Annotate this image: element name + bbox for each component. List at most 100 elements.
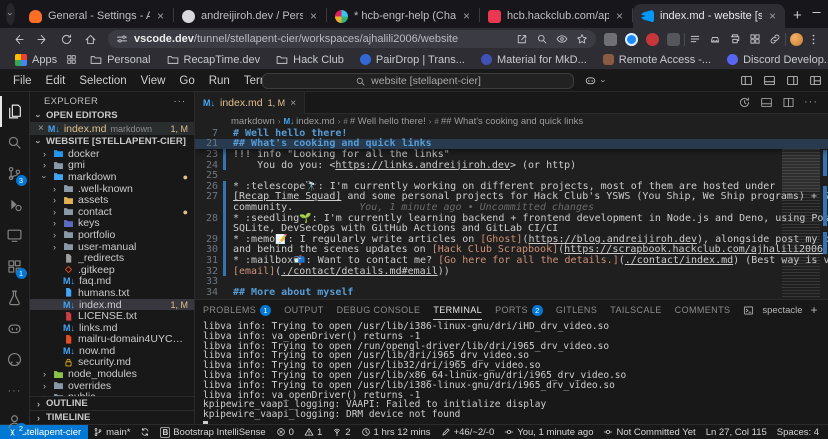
code-line[interactable]: 33 [195,276,828,287]
activity-explorer[interactable] [0,96,30,127]
terminal-output[interactable]: libva info: Trying to open /usr/lib/i386… [195,320,828,424]
activity-run-debug[interactable] [0,189,30,220]
qr-extension-icon[interactable] [604,33,617,46]
breadcrumb-segment[interactable]: M↓index.md [284,116,335,127]
editor-more-actions[interactable]: ··· [804,96,818,109]
tree-item[interactable]: M↓index.md1, M [30,299,194,311]
open-editor-item[interactable]: × M↓ index.md markdown 1, M [30,122,194,135]
bookmark-item[interactable]: Personal [85,54,155,66]
bookmark-item[interactable]: Material for MkD... [476,54,592,66]
outline-section[interactable]: ›OUTLINE [30,396,194,410]
browser-tab[interactable]: hcb.hackclub.com/api/v4/× [480,4,632,28]
panel-tab-problems[interactable]: PROBLEMS1 [203,300,271,320]
tree-item[interactable]: ›node_modules [30,368,194,380]
tree-item[interactable]: ›.well-known [30,183,194,195]
breadcrumb-segment[interactable]: ### What's cooking and quick links [434,116,583,127]
tab-close-icon[interactable]: × [309,9,318,23]
activity-source-control[interactable]: 3 [0,158,30,189]
bookmark-item[interactable]: PairDrop | Trans... [355,54,470,66]
code-editor[interactable]: 7# Well hello there!21## What's cooking … [195,128,828,299]
status-item[interactable]: 1 [299,427,327,438]
menu-edit[interactable]: Edit [39,75,73,87]
command-center-search[interactable]: website [stellapent-cier] [262,73,574,89]
activity-github[interactable] [0,344,30,375]
code-line[interactable]: 28* :seedling🌱: I'm currently learning b… [195,213,828,224]
code-line[interactable]: 29* :memo📝: I regularly write articles o… [195,234,828,245]
tree-item[interactable]: ›portfolio [30,229,194,241]
code-line[interactable]: community.You, 1 minute ago • Uncommitte… [195,202,828,213]
status-item[interactable]: BBootstrap IntelliSense [155,427,270,438]
status-item[interactable]: main* [88,427,135,438]
panel-tab-ports[interactable]: PORTS2 [495,300,543,320]
tree-item[interactable]: ›markdown● [30,171,194,183]
back-button[interactable] [8,33,28,46]
notes-extension-icon[interactable] [667,33,680,46]
menu-run[interactable]: Run [202,75,237,87]
code-line[interactable]: 27[Recap Time Squad] and some personal p… [195,192,828,203]
tab-search-button[interactable]: › [6,3,15,25]
code-line[interactable]: 25 [195,170,828,181]
breadcrumb-segment[interactable]: ## Well hello there! [343,116,425,127]
browser-menu-button[interactable] [807,33,820,46]
panel-tab-output[interactable]: OUTPUT [284,300,323,320]
browser-tab[interactable]: * hcb-engr-help (Channel× [327,4,479,28]
tree-item[interactable]: ›user-manual [30,241,194,253]
tab-close-icon[interactable]: × [156,9,165,23]
activity-more[interactable]: ··· [0,375,30,406]
activity-testing[interactable] [0,282,30,313]
code-line[interactable]: 31* :mailbox📬: Want to contact me? [Go h… [195,255,828,266]
tree-item[interactable]: ›docker [30,148,194,160]
browser-tab[interactable]: index.md - website [stella× [633,4,785,28]
tree-item[interactable]: M↓faq.md [30,276,194,288]
open-editors-section[interactable]: ›OPEN EDITORS [30,109,194,122]
status-item[interactable]: +46/~2/-0 [436,427,500,438]
status-item[interactable] [135,427,155,437]
breadcrumb-segment[interactable]: markdown [231,116,275,127]
tree-item[interactable]: M↓links.md [30,322,194,334]
tab-close-icon[interactable]: × [462,9,471,23]
forward-button[interactable] [32,33,52,46]
code-line[interactable]: 23!!! info "Looking for all the links" [195,149,828,160]
activity-copilot[interactable] [0,313,30,344]
breadcrumb[interactable]: markdown›M↓index.md›## Well hello there!… [195,114,828,128]
activity-extensions[interactable]: 1 [0,251,30,282]
menu-view[interactable]: View [134,75,173,87]
tab-groups-icon[interactable] [66,54,77,65]
code-line[interactable]: 32[email](./contact/details.md#email)) [195,266,828,277]
tree-item[interactable]: ›overrides [30,380,194,392]
activity-accounts[interactable]: 2 [0,406,30,437]
site-settings-icon[interactable] [116,33,128,45]
code-line[interactable]: 21## What's cooking and quick links [195,139,828,150]
new-terminal-button[interactable]: + [811,303,818,317]
panel-tab-comments[interactable]: COMMENTS [675,300,731,320]
explorer-more-actions[interactable]: ··· [174,96,187,107]
new-tab-button[interactable]: + [793,7,802,24]
close-editor-icon[interactable]: × [38,123,44,134]
copilot-icon[interactable] [584,74,597,87]
tab-close-icon[interactable]: × [615,9,624,23]
status-item[interactable]: 1 hrs 12 mins [356,427,436,438]
code-line[interactable]: 30and behind the scenes updates on [Hack… [195,245,828,256]
privacy-extension-icon[interactable] [646,33,659,46]
home-button[interactable] [80,33,100,46]
tree-item[interactable]: ›assets [30,194,194,206]
address-bar[interactable]: vscode.dev/tunnel/stellapent-cier/worksp… [108,30,596,48]
tree-item[interactable]: .gitkeep [30,264,194,276]
menu-go[interactable]: Go [172,75,201,87]
code-line[interactable]: 34## More about myself [195,287,828,298]
bookmark-item[interactable]: Remote Access -... [598,54,716,66]
terminal-name[interactable]: spectacle [762,305,802,316]
activity-search[interactable] [0,127,30,158]
minimize-button[interactable] [810,6,823,22]
status-item[interactable]: You, 1 minute ago [499,427,598,438]
close-tab-icon[interactable]: × [290,97,296,109]
bookmark-item[interactable]: Hack Club [271,54,349,66]
code-line[interactable]: 24 You do you: <https://links.andreijiro… [195,160,828,171]
tree-item[interactable]: ›contact● [30,206,194,218]
bookmark-item[interactable]: Discord Develop... [722,54,828,66]
tree-item[interactable]: humans.txt [30,287,194,299]
panel-tab-terminal[interactable]: TERMINAL [433,300,482,320]
status-item[interactable]: Not Committed Yet [598,427,700,438]
code-line[interactable]: 26* :telescope🔭: I'm currently working o… [195,181,828,192]
timeline-section[interactable]: ›TIMELINE [30,410,194,424]
